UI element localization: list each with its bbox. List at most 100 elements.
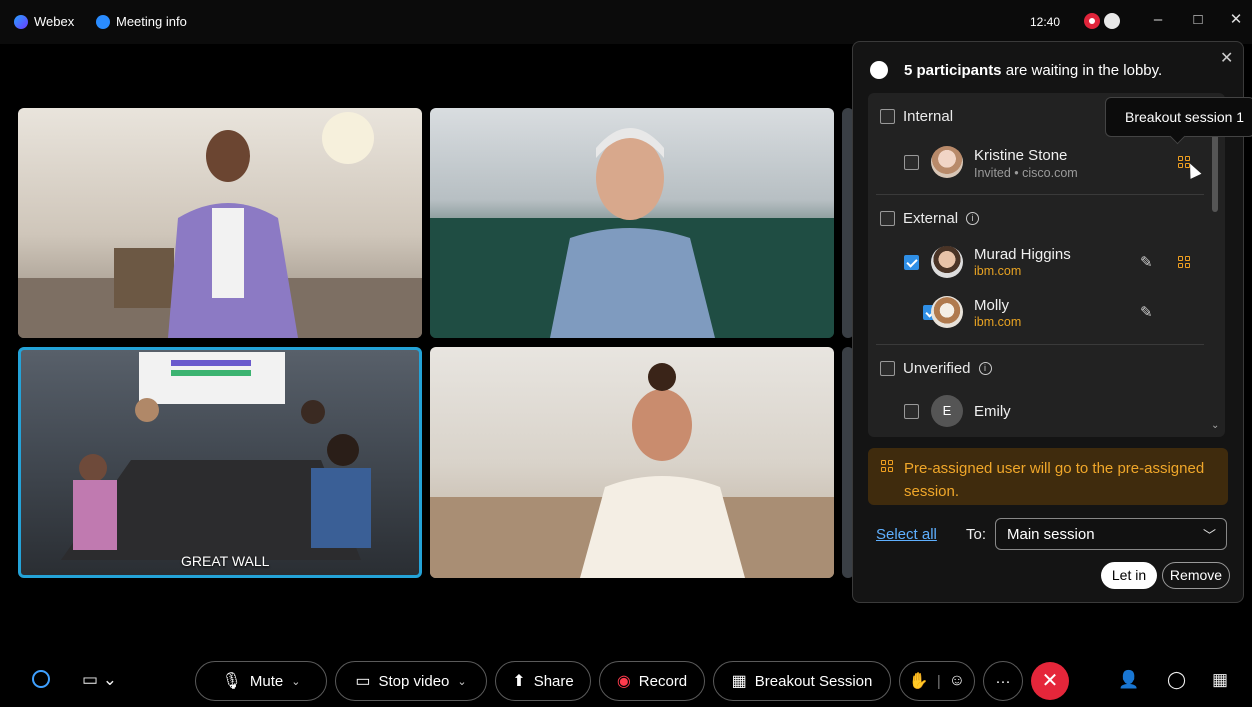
participants-icon[interactable]: 👤 — [1118, 670, 1139, 690]
info-icon[interactable]: i — [978, 362, 992, 375]
maximize-icon[interactable]: □ — [1188, 10, 1208, 30]
record-label: Record — [638, 672, 688, 690]
breakout-tooltip: Breakout session 1 — [1105, 97, 1252, 137]
captions-icon[interactable]: ▭ ⌄ — [82, 670, 117, 690]
close-panel-icon[interactable]: ✕ — [1220, 48, 1233, 68]
breakout-label: Breakout Session — [754, 672, 873, 690]
unverified-group-checkbox[interactable] — [880, 361, 895, 376]
share-icon: ⬆ — [512, 673, 526, 690]
group-divider — [876, 194, 1204, 195]
participant-sub: ibm.com — [974, 315, 1022, 329]
microphone-icon: 🎙 — [221, 673, 242, 690]
select-all-link[interactable]: Select all — [876, 526, 937, 543]
webex-app[interactable]: Webex — [14, 14, 74, 29]
lobby-participant-list — [868, 93, 1225, 437]
chevron-down-icon[interactable]: ⌄ — [291, 675, 300, 688]
raise-hand-icon: ✋ — [908, 673, 929, 690]
breakout-session-button[interactable]: ▦ Breakout Session — [713, 661, 891, 701]
group-internal-label: Internal — [903, 108, 954, 125]
video-tile-great-wall[interactable]: GREAT WALL — [18, 347, 422, 578]
close-window-icon[interactable]: ✕ — [1226, 10, 1246, 30]
avatar — [931, 246, 963, 278]
emily-checkbox[interactable] — [904, 404, 919, 419]
mute-label: Mute — [249, 672, 284, 690]
lobby-header-rest: are waiting in the lobby. — [1001, 62, 1163, 79]
lobby-header: 5 participants are waiting in the lobby. — [904, 62, 1162, 79]
breakout-assign-icon[interactable] — [1178, 256, 1192, 270]
more-options-icon: ··· — [995, 672, 1011, 690]
record-icon: ◉ — [616, 673, 631, 690]
mute-button[interactable]: 🎙 Mute ⌄ — [195, 661, 327, 701]
share-label: Share — [533, 672, 574, 690]
meeting-clock: 12:40 — [1030, 15, 1061, 29]
breakout-grid-icon: ▦ — [731, 673, 747, 690]
destination-value: Main session — [1007, 526, 1095, 543]
internal-group-checkbox[interactable] — [880, 109, 895, 124]
external-group-checkbox[interactable] — [880, 211, 895, 226]
separator: | — [936, 672, 941, 690]
murad-checkbox[interactable] — [904, 255, 919, 270]
video-tile-2[interactable] — [430, 108, 834, 338]
record-button[interactable]: ◉ Record — [599, 661, 705, 701]
stop-video-label: Stop video — [378, 672, 450, 690]
let-in-button[interactable]: Let in — [1101, 562, 1157, 589]
notice-text: Pre-assigned user will go to the pre-ass… — [904, 460, 1205, 500]
webex-logo-icon — [14, 14, 28, 29]
participant-video-woman — [18, 112, 422, 338]
reactions-button[interactable]: ✋ | ☺ — [899, 661, 975, 701]
pre-assigned-notice: Pre-assigned user will go to the pre-ass… — [868, 448, 1228, 505]
conference-room-video — [61, 352, 371, 560]
chevron-down-icon: ﹀ — [1202, 528, 1216, 543]
participant-sub: ibm.com — [974, 264, 1022, 278]
edit-pencil-icon[interactable]: ✎ — [1140, 253, 1153, 271]
group-internal: Internal — [880, 108, 953, 125]
video-tile-4[interactable] — [430, 347, 834, 578]
participant-name: Kristine Stone — [974, 147, 1068, 164]
title-bar: Webex Meeting info 12:40 – □ ✕ — [0, 0, 1252, 44]
avatar — [931, 146, 963, 178]
group-unverified: Unverified i — [880, 360, 992, 377]
participant-sub: Invited • cisco.com — [974, 166, 1078, 180]
group-unverified-label: Unverified — [903, 360, 971, 377]
participant-name: Molly — [974, 297, 1010, 314]
participant-name: Murad Higgins — [974, 246, 1071, 263]
kristine-checkbox[interactable] — [904, 155, 919, 170]
end-call-button[interactable]: ✕ — [1031, 662, 1069, 700]
group-external: External i — [880, 210, 980, 227]
edit-pencil-icon[interactable]: ✎ — [1140, 303, 1153, 321]
remove-button[interactable]: Remove — [1162, 562, 1230, 589]
destination-dropdown[interactable]: Main session ﹀ — [995, 518, 1227, 550]
avatar — [931, 296, 963, 328]
webex-assistant-icon[interactable] — [32, 670, 50, 688]
chat-icon[interactable]: ◯ — [1167, 670, 1186, 690]
meeting-info-icon — [96, 14, 110, 29]
participant-count: 5 participants — [904, 62, 1002, 79]
avatar: E — [931, 395, 963, 427]
lock-status-icon[interactable] — [1104, 13, 1120, 29]
more-options-button[interactable]: ··· — [983, 661, 1023, 701]
destination-label: To: — [966, 526, 987, 543]
participant-name: Emily — [974, 403, 1011, 420]
camera-icon: ▭ — [355, 673, 371, 690]
chevron-down-icon[interactable]: ⌄ — [457, 675, 466, 688]
recording-indicator-icon[interactable] — [1084, 13, 1100, 29]
meeting-info-button[interactable]: Meeting info — [96, 14, 187, 29]
share-button[interactable]: ⬆ Share — [495, 661, 591, 701]
participant-video-woman-kitchen — [430, 363, 834, 578]
app-name: Webex — [34, 14, 75, 29]
group-external-label: External — [903, 210, 959, 227]
apps-icon[interactable]: ▦ — [1212, 670, 1228, 690]
meeting-info-label: Meeting info — [116, 14, 187, 29]
stop-video-button[interactable]: ▭ Stop video ⌄ — [335, 661, 487, 701]
video-tile-1[interactable] — [18, 108, 422, 338]
minimize-icon[interactable]: – — [1148, 10, 1168, 30]
group-divider — [876, 344, 1204, 345]
scroll-down-icon[interactable]: ⌄ — [1211, 420, 1219, 431]
lobby-lock-icon — [870, 61, 888, 79]
participant-video-older-man — [430, 128, 834, 338]
list-scrollbar[interactable] — [1212, 128, 1218, 212]
breakout-grid-icon — [881, 460, 895, 474]
room-name-label: GREAT WALL — [181, 553, 270, 569]
info-icon[interactable]: i — [966, 212, 980, 225]
emoji-icon: ☺ — [948, 672, 966, 689]
